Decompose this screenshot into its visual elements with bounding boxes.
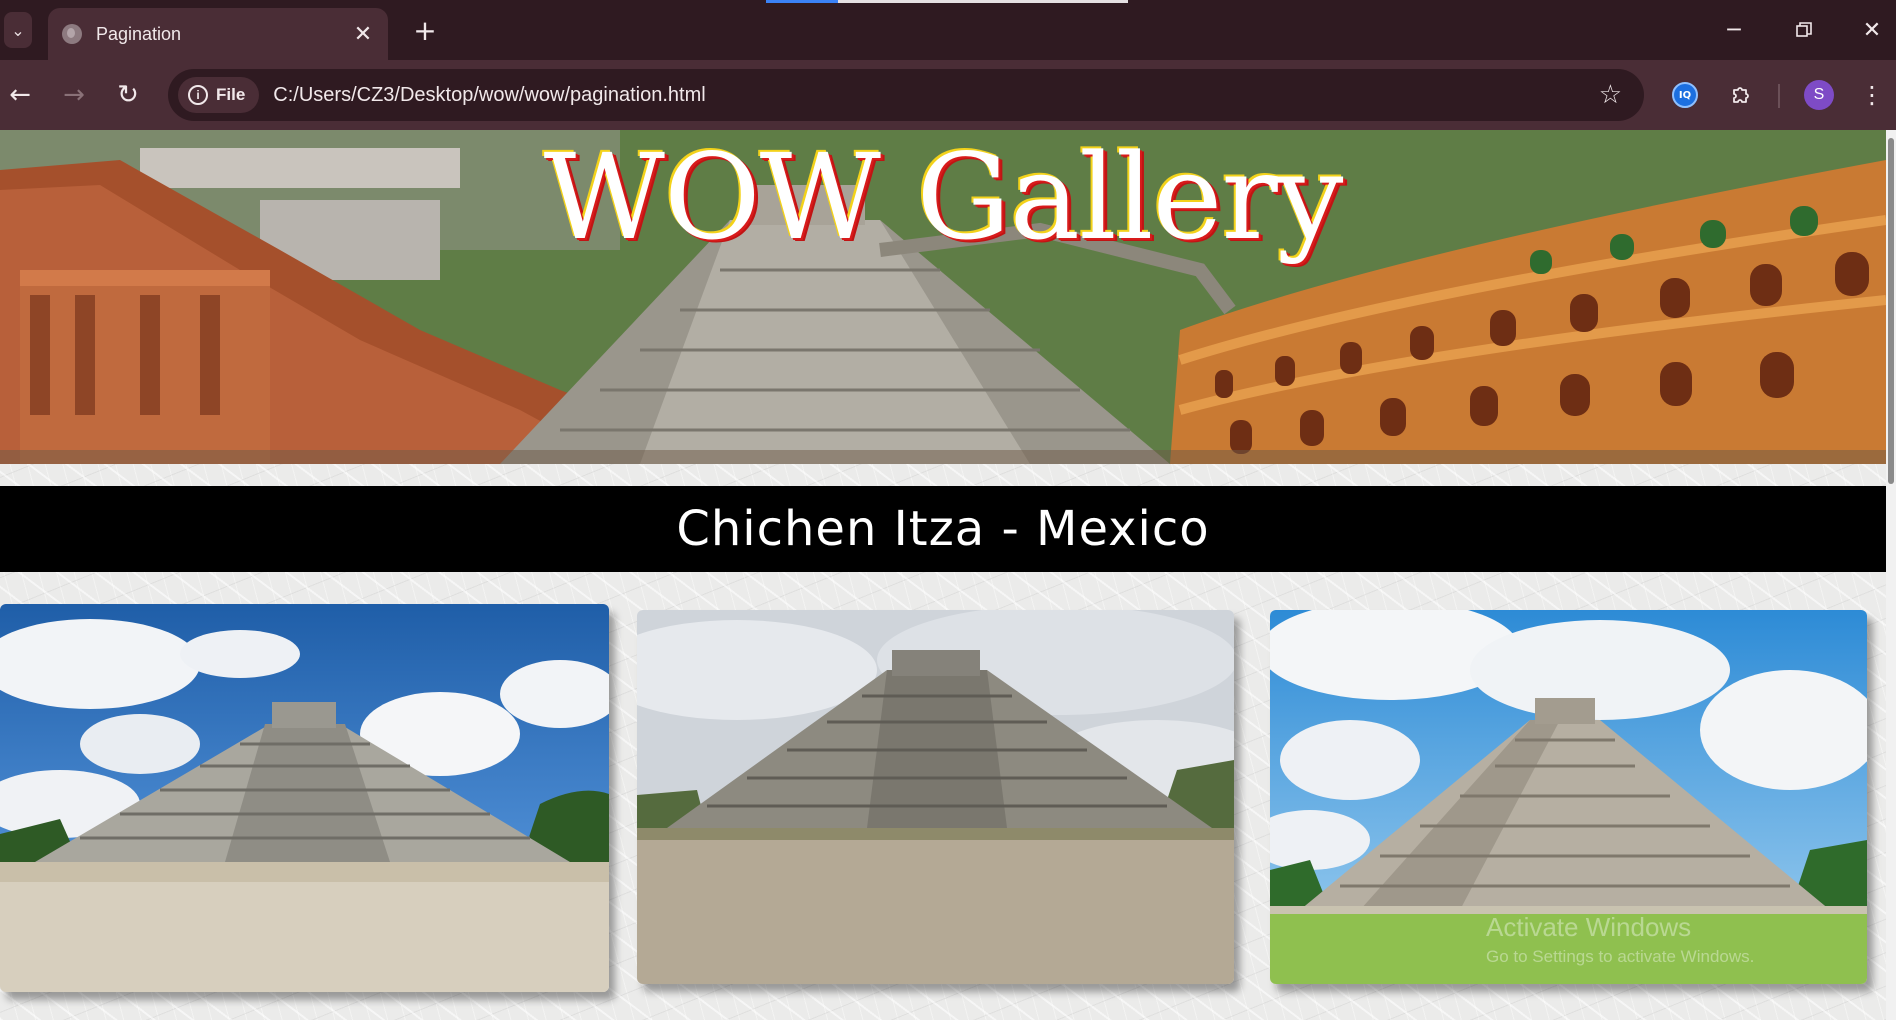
site-info-chip[interactable]: i File (178, 77, 260, 113)
forward-arrow-icon: → (63, 80, 85, 110)
watermark-line-2: Go to Settings to activate Windows. (1486, 947, 1755, 966)
activate-windows-watermark: Activate Windows Go to Settings to activ… (1486, 912, 1754, 967)
tab-list-button[interactable]: ⌄ (4, 12, 32, 48)
browser-toolbar: ← → ↻ i File C:/Users/CZ3/Desktop/wow/wo… (0, 60, 1896, 130)
restore-icon (1796, 22, 1812, 37)
avatar[interactable]: S (1804, 80, 1834, 110)
loading-progress-bar (766, 0, 1128, 3)
tab-title: Pagination (96, 23, 182, 44)
more-vert-icon[interactable]: ⋮ (1860, 78, 1884, 112)
reload-button[interactable]: ↻ (110, 77, 146, 113)
banner-title: WOW Gallery (543, 130, 1344, 266)
close-window-icon: ✕ (1862, 17, 1882, 43)
plus-icon: + (413, 13, 437, 47)
page-viewport: WOW Gallery Chichen Itza - Mexico Activa… (0, 130, 1886, 1020)
gallery-photo-2[interactable] (637, 610, 1234, 984)
forward-button[interactable]: → (56, 77, 92, 113)
page-heading: Chichen Itza - Mexico (676, 501, 1210, 557)
chevron-down-icon: ⌄ (11, 20, 25, 40)
tab-strip: ⌄ Pagination ✕ + ─ ✕ (0, 0, 1896, 60)
heading-bar: Chichen Itza - Mexico (0, 486, 1886, 572)
extension-icon[interactable]: IQ (1672, 82, 1698, 108)
toolbar-divider (1778, 84, 1780, 108)
back-arrow-icon: ← (9, 80, 31, 110)
back-button[interactable]: ← (2, 77, 38, 113)
star-icon[interactable]: ☆ (1599, 80, 1622, 110)
url-text[interactable]: C:/Users/CZ3/Desktop/wow/wow/pagination.… (273, 84, 1598, 107)
chichen-itza-photo-1 (0, 604, 609, 992)
info-icon: i (188, 85, 208, 105)
banner: WOW Gallery (0, 130, 1886, 464)
minimize-icon: ─ (1727, 17, 1741, 43)
gallery-photo-1[interactable] (0, 604, 609, 992)
reload-icon: ↻ (117, 80, 139, 110)
chichen-itza-photo-2 (637, 610, 1234, 984)
globe-icon (62, 24, 82, 44)
minimize-button[interactable]: ─ (1714, 14, 1754, 46)
new-tab-button[interactable]: + (410, 12, 440, 48)
close-icon[interactable]: ✕ (348, 22, 378, 47)
close-window-button[interactable]: ✕ (1852, 14, 1892, 46)
restore-button[interactable] (1784, 14, 1824, 46)
watermark-line-1: Activate Windows (1486, 912, 1692, 942)
url-scheme-label: File (216, 85, 246, 104)
address-bar[interactable]: i File C:/Users/CZ3/Desktop/wow/wow/pagi… (168, 69, 1644, 121)
scrollbar-thumb[interactable] (1888, 138, 1894, 484)
tab-pagination[interactable]: Pagination ✕ (48, 8, 388, 60)
puzzle-icon[interactable] (1726, 78, 1756, 112)
